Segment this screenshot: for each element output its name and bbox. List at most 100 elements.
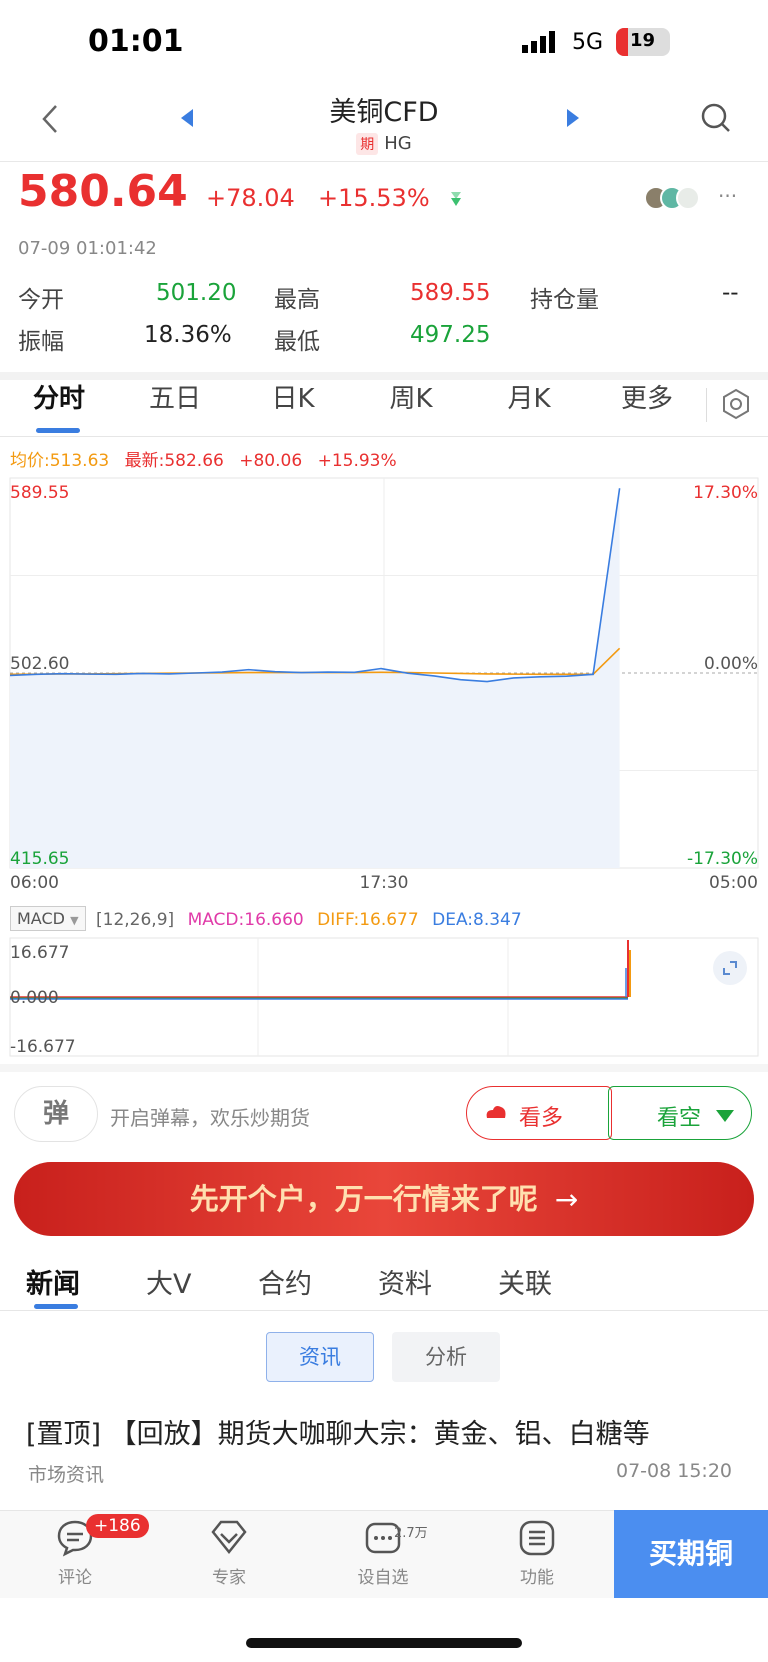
news-source: 市场资讯 bbox=[28, 1464, 105, 1486]
x-tick-1: 17:30 bbox=[360, 873, 409, 890]
oi-label: 持仓量 bbox=[530, 287, 599, 313]
chart-settings-icon[interactable] bbox=[720, 388, 752, 424]
avg-price-label: 均价:513.63 bbox=[10, 451, 110, 471]
function-label: 功能 bbox=[520, 1568, 554, 1588]
amplitude-label: 振幅 bbox=[18, 329, 64, 355]
high-value: 589.55 bbox=[410, 280, 491, 306]
menu-list-icon bbox=[519, 1520, 555, 1556]
news-active-indicator bbox=[34, 1304, 78, 1309]
network-label: 5G bbox=[572, 30, 604, 55]
indicator-selector[interactable]: MACD ▼ bbox=[10, 906, 86, 931]
tab-monthly-k[interactable]: 月K bbox=[474, 378, 584, 415]
chevron-down-icon: ▼ bbox=[70, 914, 79, 927]
quote-timestamp: 07-09 01:01:42 bbox=[18, 238, 157, 259]
y-tick-left-1: 502.60 bbox=[10, 654, 69, 674]
nav-title: 美铜CFD bbox=[329, 97, 439, 128]
dea-value: DEA:8.347 bbox=[432, 910, 522, 930]
price-change-pct: +15.53% bbox=[318, 184, 430, 212]
tab-contract[interactable]: 合约 bbox=[258, 1262, 312, 1301]
triangle-down-icon bbox=[715, 1108, 735, 1127]
macd-params: [12,26,9] bbox=[96, 910, 175, 930]
active-tab-indicator bbox=[36, 428, 80, 433]
news-time: 07-08 15:20 bbox=[616, 1460, 733, 1482]
section-divider-2 bbox=[0, 1064, 768, 1072]
subtab-news[interactable]: 资讯 bbox=[266, 1332, 374, 1382]
open-account-banner[interactable]: 先开个户，万一行情来了呢 → bbox=[14, 1162, 754, 1236]
macd-chart[interactable]: 16.677 0.000 -16.677 bbox=[0, 936, 768, 1060]
news-tabs-divider bbox=[0, 1310, 768, 1311]
bullish-label: 看多 bbox=[519, 1106, 564, 1131]
search-icon[interactable] bbox=[700, 102, 732, 138]
tab-info[interactable]: 资料 bbox=[378, 1262, 432, 1301]
tab-bigv[interactable]: 大V bbox=[146, 1262, 191, 1301]
avg-price-line bbox=[9, 647, 621, 676]
more-menu-icon[interactable]: ··· bbox=[718, 184, 737, 208]
intraday-chart[interactable]: 589.55 502.60 415.65 17.30% 0.00% -17.30% 06:0… bbox=[0, 470, 768, 890]
tab-weekly-k[interactable]: 周K bbox=[356, 378, 466, 415]
high-label: 最高 bbox=[274, 287, 320, 313]
price-line bbox=[9, 488, 621, 683]
expand-icon[interactable] bbox=[713, 951, 747, 985]
price-change: +78.04 bbox=[206, 184, 295, 212]
prev-contract-icon[interactable] bbox=[180, 108, 194, 132]
battery-level: 19 bbox=[630, 30, 656, 51]
danmaku-toggle-icon[interactable]: 弹 bbox=[14, 1086, 98, 1142]
avatar-group[interactable] bbox=[644, 186, 708, 212]
futures-badge: 期 bbox=[356, 133, 379, 155]
status-bar: 01:01 5G 19 bbox=[0, 0, 768, 90]
last-price: 580.64 bbox=[18, 166, 188, 217]
chart-info: 均价:513.63 最新:582.66 +80.06 +15.93% bbox=[10, 446, 397, 471]
latest-pct-label: +15.93% bbox=[317, 451, 397, 471]
diff-value: DIFF:16.677 bbox=[317, 910, 419, 930]
next-contract-icon[interactable] bbox=[566, 108, 580, 132]
battery-icon: 19 bbox=[616, 28, 670, 56]
oi-value: -- bbox=[722, 280, 739, 306]
tab-intraday[interactable]: 分时 bbox=[4, 378, 114, 415]
indicator-name: MACD bbox=[17, 909, 65, 928]
tab-separator bbox=[706, 388, 707, 422]
tab-five-day[interactable]: 五日 bbox=[120, 378, 230, 415]
watchlist-label: 设自选 bbox=[357, 1568, 409, 1588]
y-tick-right-0: 17.30% bbox=[693, 483, 758, 503]
expert-button[interactable]: 专家 bbox=[174, 1518, 284, 1588]
low-label: 最低 bbox=[274, 329, 320, 355]
amplitude-value: 18.36% bbox=[144, 322, 232, 348]
diamond-icon bbox=[211, 1520, 247, 1555]
y-tick-left-2: 415.65 bbox=[10, 849, 69, 869]
latest-price-label: 最新:582.66 bbox=[124, 451, 224, 471]
macd-tick-bottom: -16.677 bbox=[10, 1037, 76, 1057]
subtab-analysis[interactable]: 分析 bbox=[392, 1332, 500, 1382]
comment-label: 评论 bbox=[58, 1568, 92, 1588]
arrow-right-icon: → bbox=[554, 1183, 579, 1216]
macd-tick-top: 16.677 bbox=[10, 943, 69, 963]
y-tick-left-0: 589.55 bbox=[10, 483, 69, 503]
down-arrow-icon bbox=[448, 190, 464, 212]
x-tick-0: 06:00 bbox=[10, 873, 59, 890]
bearish-button[interactable]: 看空 bbox=[608, 1086, 752, 1140]
open-label: 今开 bbox=[18, 287, 64, 313]
latest-change-label: +80.06 bbox=[239, 451, 303, 471]
contract-code: HG bbox=[384, 133, 412, 154]
low-value: 497.25 bbox=[410, 322, 491, 348]
function-button[interactable]: 功能 bbox=[482, 1518, 592, 1588]
macd-value: MACD:16.660 bbox=[187, 910, 304, 930]
news-title: [置顶] 【回放】期货大咖聊大宗：黄金、铝、白糖等 bbox=[26, 1419, 650, 1450]
cloud-up-icon bbox=[485, 1104, 507, 1124]
danmaku-icon-text: 弹 bbox=[42, 1099, 69, 1129]
nav-bar: 美铜CFD 期 HG bbox=[0, 90, 768, 162]
back-icon[interactable] bbox=[38, 104, 62, 138]
tab-news[interactable]: 新闻 bbox=[26, 1262, 80, 1301]
y-tick-right-1: 0.00% bbox=[704, 654, 758, 674]
comment-count-badge: +186 bbox=[86, 1514, 149, 1538]
tab-daily-k[interactable]: 日K bbox=[238, 378, 348, 415]
buy-button[interactable]: 买期铜 bbox=[614, 1510, 768, 1598]
bullish-button[interactable]: 看多 bbox=[466, 1086, 612, 1140]
tab-related[interactable]: 关联 bbox=[498, 1262, 552, 1301]
tabs-divider bbox=[0, 436, 768, 437]
expert-label: 专家 bbox=[212, 1568, 246, 1588]
tab-more[interactable]: 更多 bbox=[592, 378, 702, 415]
status-time: 01:01 bbox=[88, 24, 184, 59]
macd-values: [12,26,9] MACD:16.660 DIFF:16.677 DEA:8.… bbox=[96, 910, 522, 930]
bearish-label: 看空 bbox=[657, 1106, 702, 1131]
danmaku-placeholder[interactable]: 开启弹幕，欢乐炒期货 bbox=[110, 1102, 310, 1131]
